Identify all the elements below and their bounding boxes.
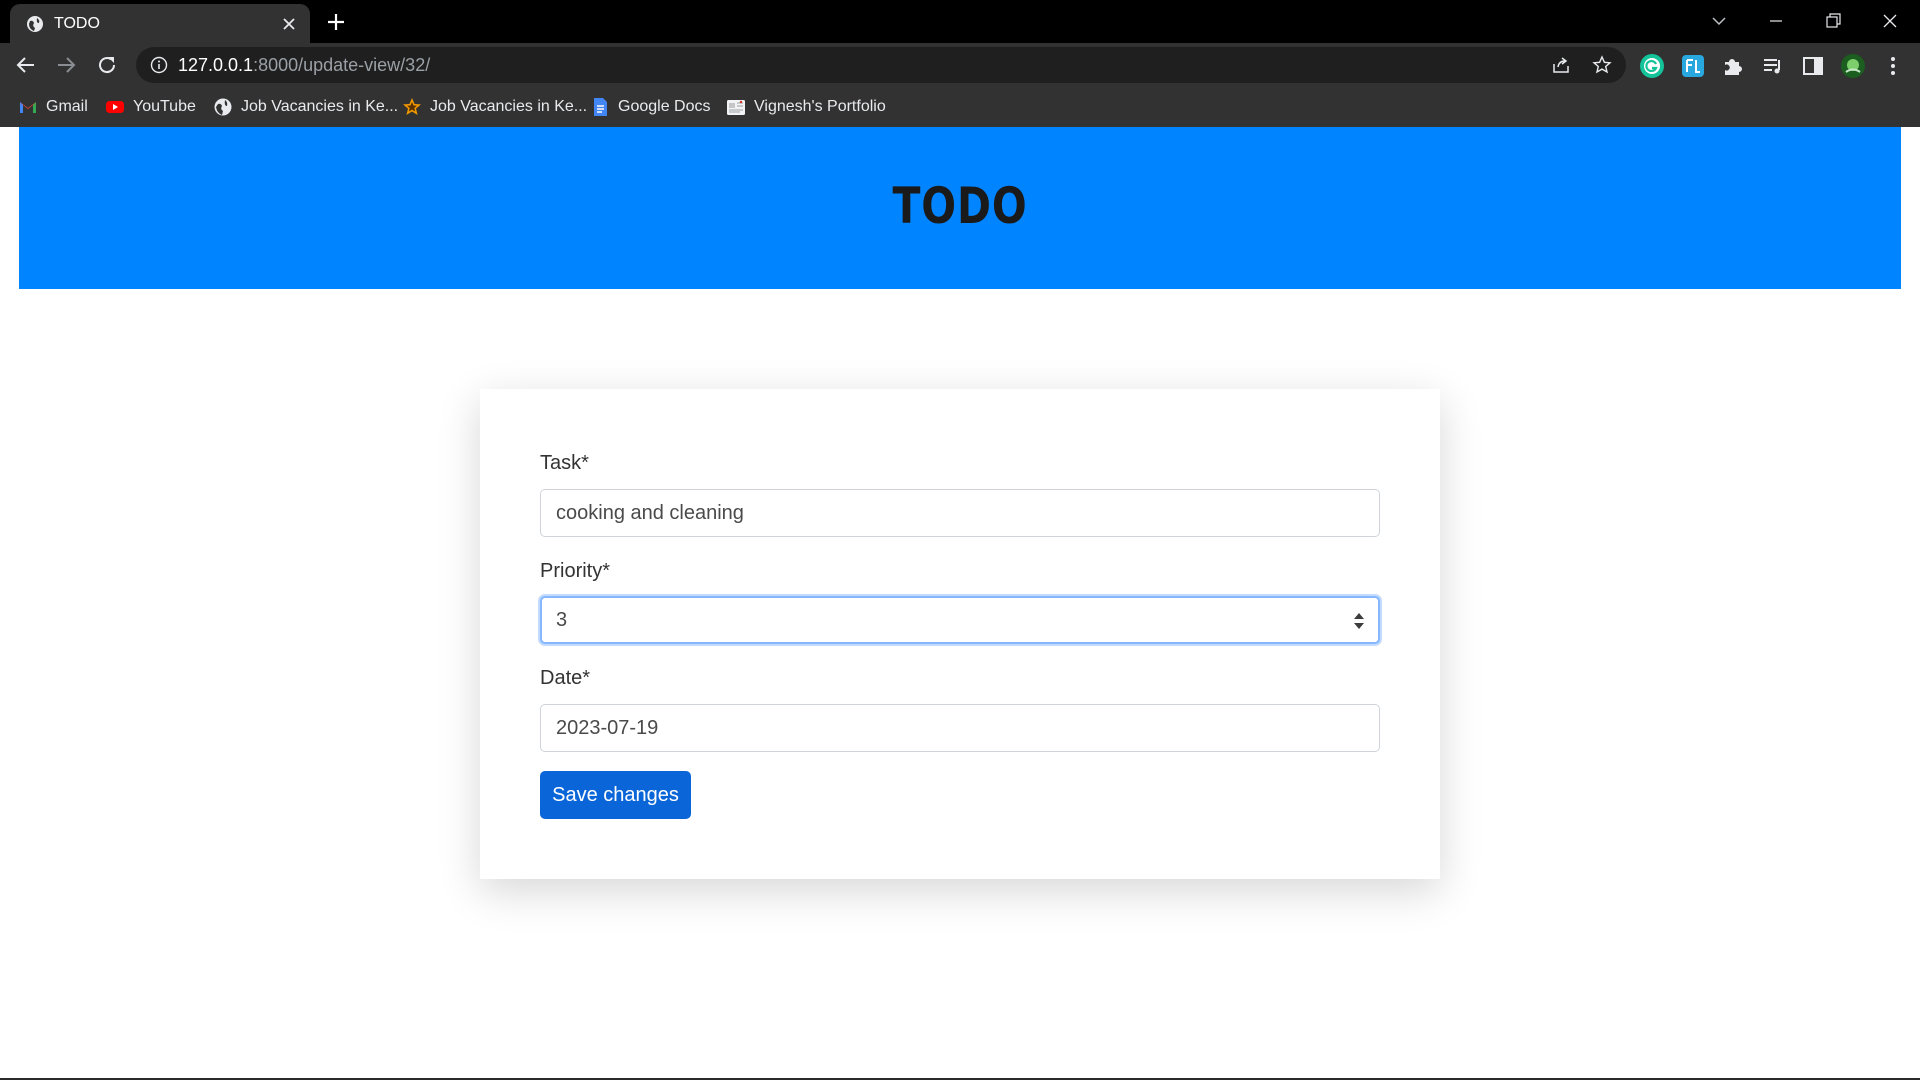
globe-icon (214, 98, 232, 116)
info-icon[interactable] (150, 56, 168, 74)
portfolio-icon (727, 100, 745, 115)
star-icon (403, 98, 421, 115)
share-icon[interactable] (1551, 55, 1571, 75)
url-path: :8000/update-view/32/ (253, 55, 431, 75)
close-icon[interactable] (282, 17, 296, 31)
bookmark-label: Gmail (46, 98, 88, 115)
bookmark-label: Job Vacancies in Ke... (241, 98, 399, 115)
browser-toolbar: 127.0.0.1:8000/update-view/32/ (0, 43, 1920, 87)
tab-title: TODO (54, 15, 100, 32)
bookmark-label: Job Vacancies in Ke... (430, 98, 588, 115)
youtube-icon (106, 101, 124, 113)
bookmark-job-vacancies-2[interactable]: Job Vacancies in Ke... (402, 95, 587, 119)
task-label: Task* (540, 452, 589, 474)
plus-icon[interactable] (326, 12, 346, 32)
docs-icon (594, 98, 607, 116)
reload-icon[interactable] (95, 53, 119, 77)
bookmark-gmail[interactable]: Gmail (18, 95, 88, 119)
grammarly-icon[interactable] (1639, 53, 1665, 79)
bookmark-google-docs[interactable]: Google Docs (590, 95, 711, 119)
window-close-icon[interactable] (1879, 10, 1901, 32)
priority-input[interactable]: 3 (540, 596, 1380, 644)
bookmark-label: Google Docs (618, 98, 711, 115)
tab-todo[interactable]: TODO (10, 4, 310, 43)
bookmark-label: YouTube (133, 98, 196, 115)
fl-extension-icon[interactable] (1680, 53, 1706, 79)
bookmark-star-icon[interactable] (1592, 55, 1612, 75)
media-controls-icon[interactable] (1760, 53, 1786, 79)
priority-label: Priority* (540, 560, 611, 582)
chevron-down-icon[interactable] (1710, 12, 1728, 30)
more-vert-icon[interactable] (1880, 53, 1906, 79)
address-bar[interactable]: 127.0.0.1:8000/update-view/32/ (136, 47, 1626, 83)
gmail-icon (20, 102, 36, 113)
bookmark-youtube[interactable]: YouTube (105, 95, 196, 119)
task-input[interactable]: cooking and cleaning (540, 489, 1380, 537)
globe-icon (27, 16, 43, 32)
extensions-puzzle-icon[interactable] (1720, 53, 1746, 79)
minimize-icon[interactable] (1765, 10, 1787, 32)
date-label: Date* (540, 667, 591, 689)
page-title: TODO (892, 177, 1028, 235)
side-panel-icon[interactable] (1800, 53, 1826, 79)
save-changes-button[interactable]: Save changes (540, 771, 691, 819)
bookmarks-bar: Gmail YouTube Job Vacancies in Ke... Job… (0, 87, 1920, 127)
bookmark-job-vacancies-1[interactable]: Job Vacancies in Ke... (213, 95, 398, 119)
date-input[interactable]: 2023-07-19 (540, 704, 1380, 752)
number-spinner-icon[interactable] (1352, 610, 1366, 632)
forward-arrow-icon[interactable] (54, 53, 78, 77)
back-arrow-icon[interactable] (14, 53, 38, 77)
url-text[interactable]: 127.0.0.1:8000/update-view/32/ (178, 55, 430, 75)
url-host: 127.0.0.1 (178, 55, 254, 75)
priority-value: 3 (556, 609, 568, 631)
bookmark-label: Vignesh's Portfolio (754, 98, 886, 115)
tab-strip: TODO (0, 0, 1920, 43)
bookmark-portfolio[interactable]: Vignesh's Portfolio (726, 95, 886, 119)
page-content: TODO Task* cooking and cleaning Priority… (0, 127, 1920, 1080)
page-header: TODO (19, 127, 1901, 289)
restore-icon[interactable] (1822, 10, 1844, 32)
profile-avatar-icon[interactable] (1840, 53, 1866, 79)
update-task-form: Task* cooking and cleaning Priority* 3 D… (480, 389, 1440, 879)
